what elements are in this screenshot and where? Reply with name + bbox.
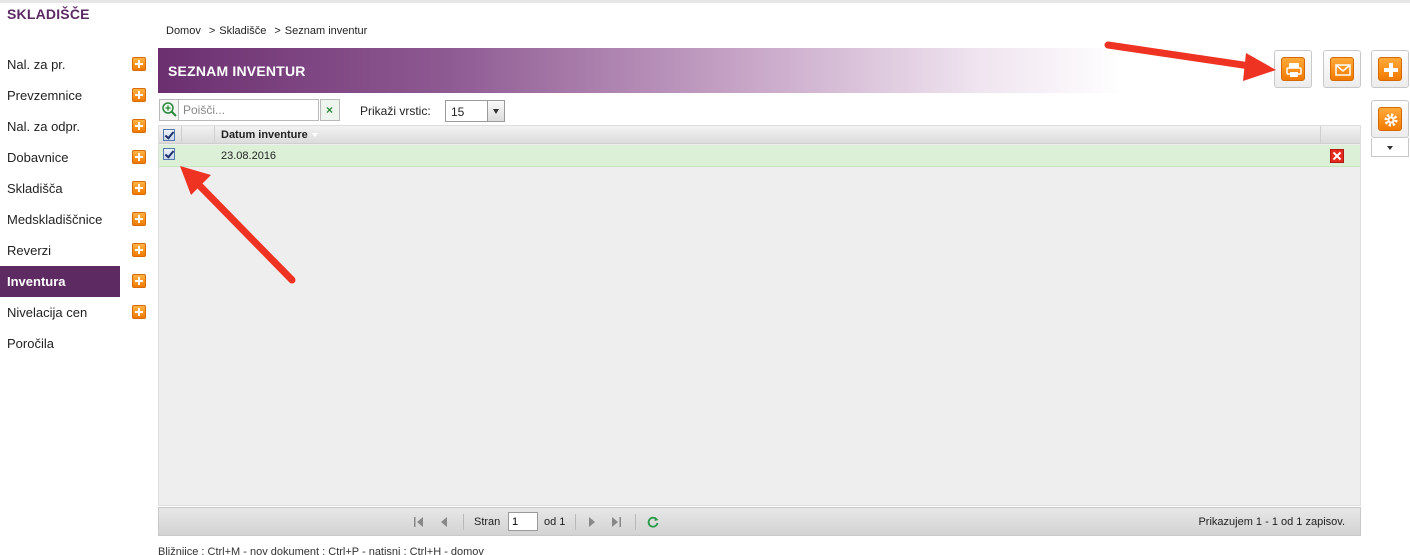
print-button[interactable] (1274, 50, 1312, 88)
page-title: SEZNAM INVENTUR (168, 63, 306, 79)
sidebar-title: SKLADIŠČE (7, 6, 90, 22)
sidebar-item-nal-za-pr[interactable]: Nal. za pr. (0, 49, 120, 80)
column-divider (1320, 126, 1321, 144)
sidebar-item-reverzi[interactable]: Reverzi (0, 235, 120, 266)
rows-per-page-label: Prikaži vrstic: (360, 104, 431, 118)
add-inventura-icon[interactable] (132, 274, 146, 288)
mail-icon (1330, 57, 1354, 81)
search-icon[interactable] (159, 99, 179, 121)
row-checkbox[interactable] (163, 148, 175, 160)
page-header: SEZNAM INVENTUR (158, 48, 1123, 93)
breadcrumb-separator: > (274, 25, 281, 37)
page-total: od 1 (544, 516, 566, 528)
rows-per-page-value: 15 (451, 105, 465, 119)
annotation-arrow-print (1104, 41, 1276, 81)
sidebar-item-inventura[interactable]: Inventura (0, 266, 120, 297)
page-label: Stran (474, 516, 501, 528)
chevron-down-icon (487, 101, 504, 121)
gear-icon (1378, 107, 1402, 131)
sidebar-item-skladisca[interactable]: Skladišča (0, 173, 120, 204)
records-info: Prikazujem 1 - 1 od 1 zapisov. (1198, 516, 1345, 528)
breadcrumb-home[interactable]: Domov (166, 25, 201, 37)
table-row[interactable]: 23.08.2016 (159, 145, 1360, 167)
print-icon (1281, 57, 1305, 81)
add-nal-za-pr-icon[interactable] (132, 57, 146, 71)
sidebar-item-medskladiscnice[interactable]: Medskladiščnice (0, 204, 120, 235)
add-dobavnice-icon[interactable] (132, 150, 146, 164)
sidebar-item-dobavnice[interactable]: Dobavnice (0, 142, 120, 173)
column-divider (181, 126, 182, 144)
settings-button[interactable] (1371, 100, 1409, 138)
breadcrumb: Domov > Skladišče > Seznam inventur (166, 25, 371, 37)
previous-page-icon[interactable] (438, 516, 450, 528)
sidebar-item-nal-za-odpr[interactable]: Nal. za odpr. (0, 111, 120, 142)
breadcrumb-skladisce[interactable]: Skladišče (219, 25, 266, 37)
select-all-checkbox[interactable] (163, 129, 175, 141)
clear-icon: × (326, 103, 334, 117)
top-border (0, 0, 1410, 3)
refresh-icon[interactable] (646, 515, 660, 529)
sort-icon (312, 133, 318, 137)
sidebar-item-porocila[interactable]: Poročila (0, 328, 120, 359)
add-skladisca-icon[interactable] (132, 181, 146, 195)
sidebar-item-prevzemnice[interactable]: Prevzemnice (0, 80, 120, 111)
sidebar-item-nivelacija-cen[interactable]: Nivelacija cen (0, 297, 120, 328)
rows-per-page-select[interactable]: 15 (445, 100, 505, 122)
add-nivelacija-cen-icon[interactable] (132, 305, 146, 319)
add-nal-za-odpr-icon[interactable] (132, 119, 146, 133)
next-page-icon[interactable] (586, 516, 598, 528)
breadcrumb-separator: > (208, 25, 216, 37)
pager-divider (463, 514, 464, 530)
column-header-datum-inventure[interactable]: Datum inventure (221, 129, 308, 141)
column-divider (214, 126, 215, 144)
add-button[interactable] (1371, 50, 1409, 88)
plus-icon (1378, 57, 1402, 81)
search-input[interactable] (179, 99, 319, 121)
clear-search-button[interactable]: × (320, 99, 340, 121)
email-button[interactable] (1323, 50, 1361, 88)
grid-header: Datum inventure (159, 126, 1360, 144)
delete-row-icon[interactable] (1330, 149, 1344, 163)
pager-divider (635, 514, 636, 530)
last-page-icon[interactable] (610, 516, 622, 528)
add-reverzi-icon[interactable] (132, 243, 146, 257)
keyboard-shortcuts-hint: Bližnjice : Ctrl+M - nov dokument ; Ctrl… (158, 546, 484, 555)
search-box: × (159, 99, 341, 122)
settings-dropdown-toggle[interactable] (1371, 138, 1409, 157)
first-page-icon[interactable] (413, 516, 425, 528)
breadcrumb-current: Seznam inventur (284, 25, 368, 37)
pagination-bar: Stran od 1 Prikazujem 1 - 1 od 1 zapisov… (158, 507, 1361, 536)
inventory-grid: Datum inventure 23.08.2016 (158, 125, 1361, 506)
add-medskladiscnice-icon[interactable] (132, 212, 146, 226)
page-number-input[interactable] (508, 512, 538, 531)
row-date-cell: 23.08.2016 (221, 150, 277, 162)
add-prevzemnice-icon[interactable] (132, 88, 146, 102)
pager-divider (575, 514, 576, 530)
